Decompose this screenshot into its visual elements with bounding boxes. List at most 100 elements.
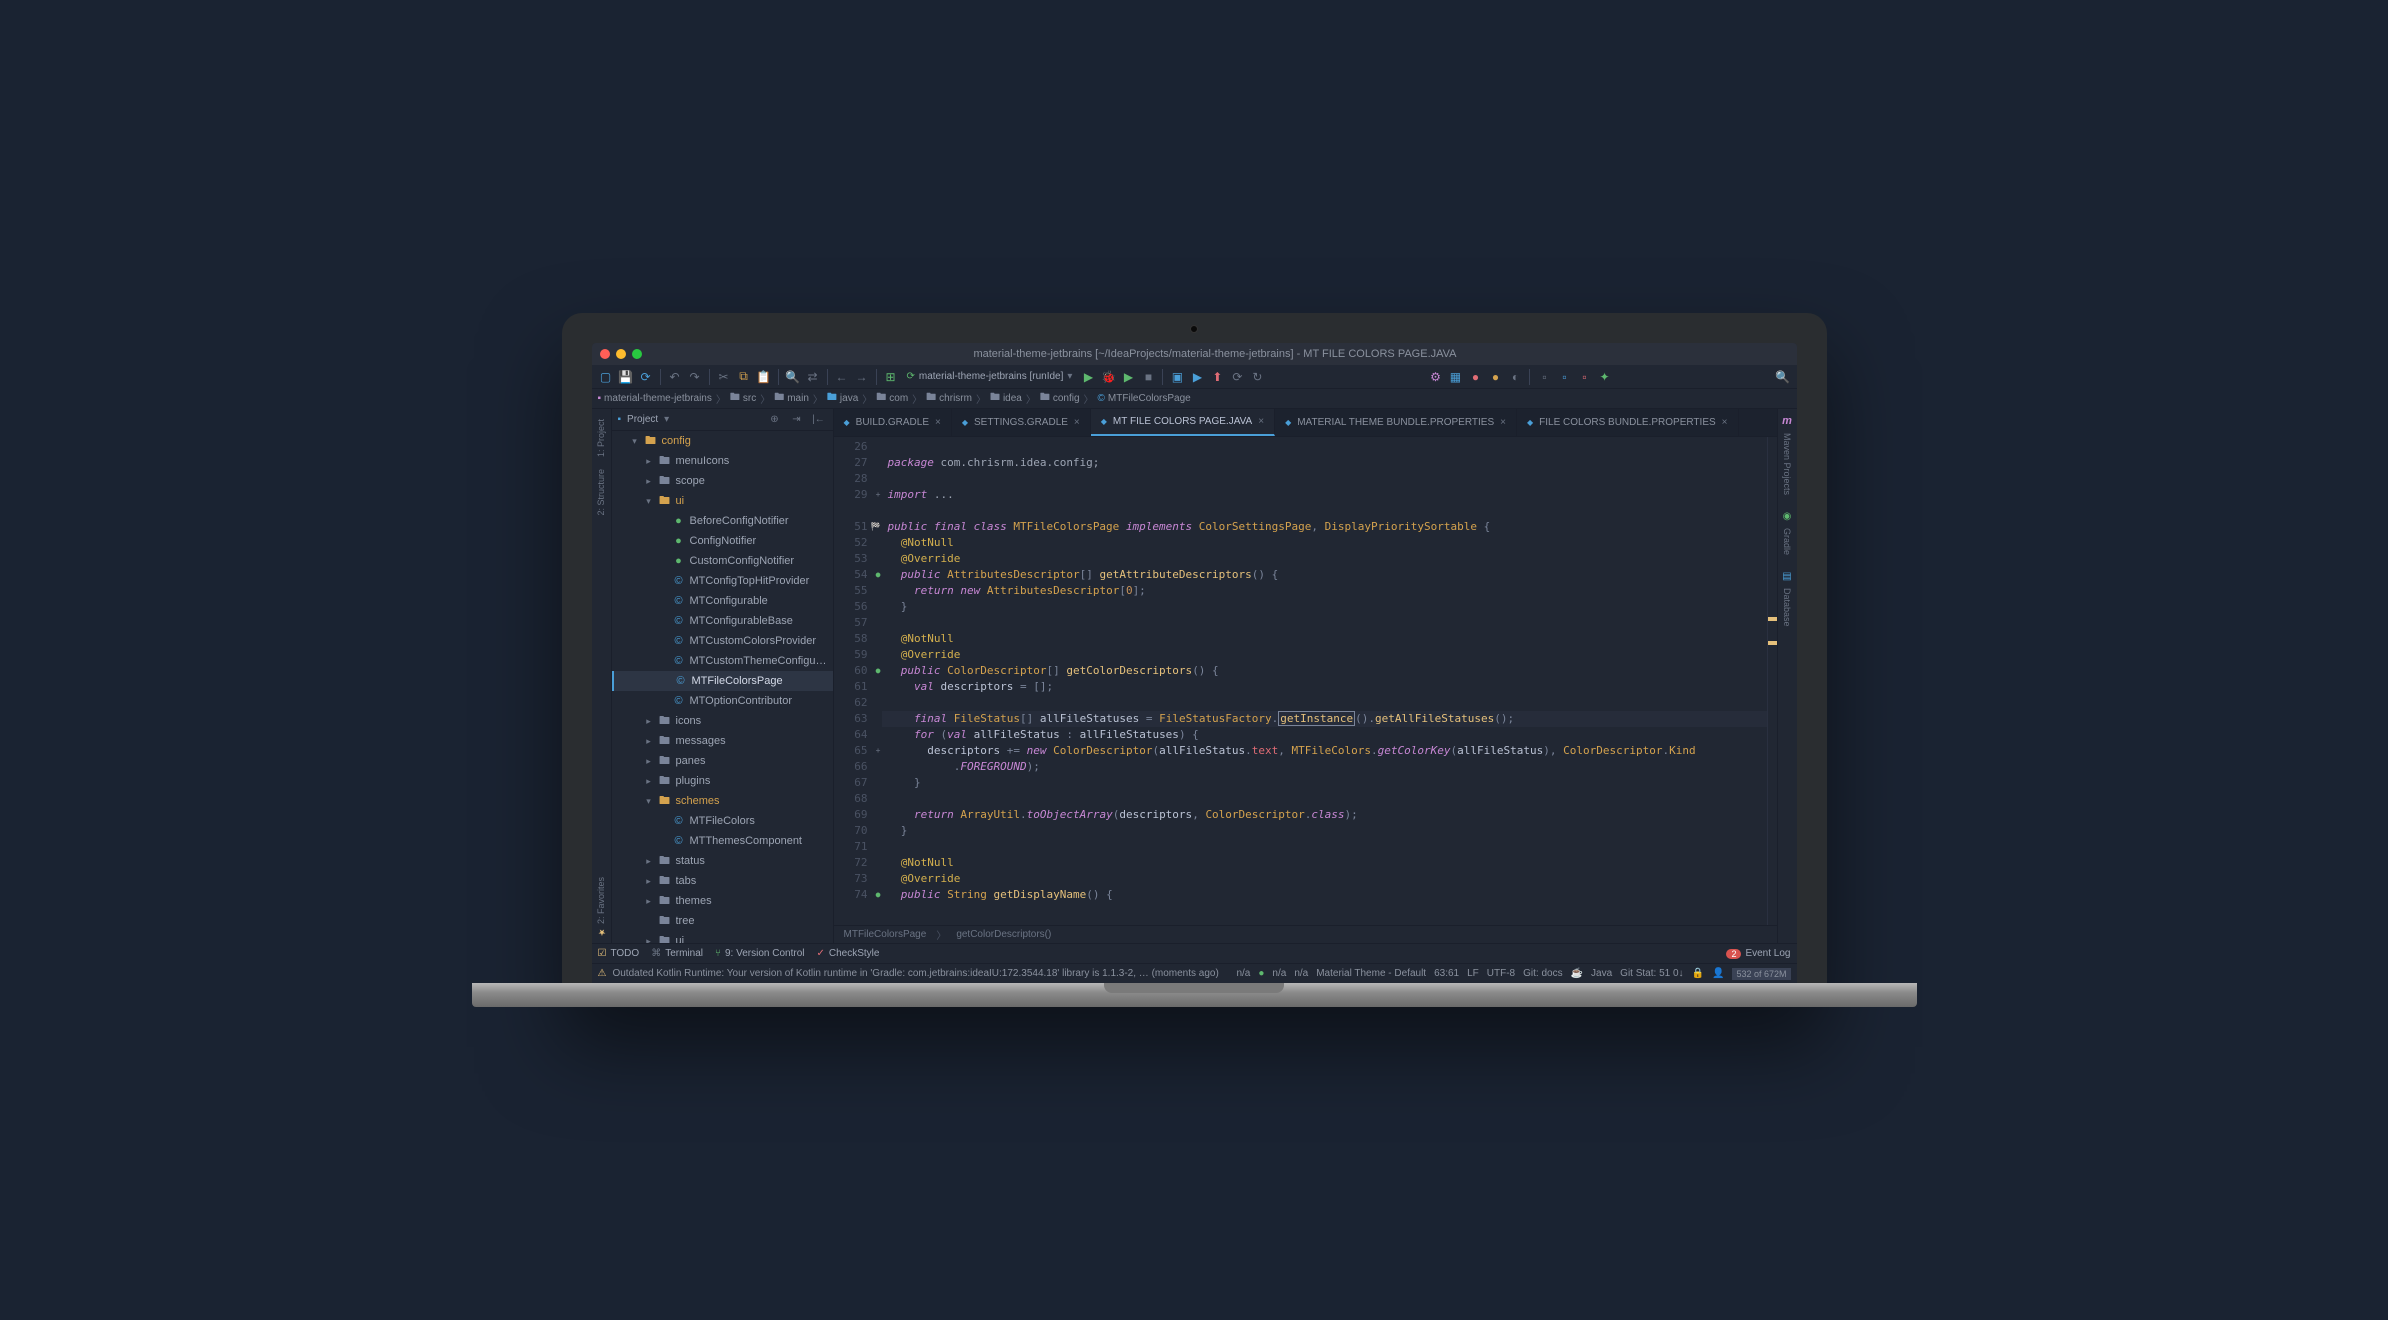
bc-item[interactable]: 🖿main bbox=[774, 390, 809, 407]
tree-item-mtfilecolors[interactable]: ©MTFileColors bbox=[612, 811, 833, 831]
close-icon[interactable]: × bbox=[1722, 417, 1728, 428]
hotswap-icon[interactable]: ⬆ bbox=[1209, 369, 1225, 385]
chevron-icon[interactable]: ▸ bbox=[644, 776, 654, 787]
tree-item-messages[interactable]: ▸🖿messages bbox=[612, 731, 833, 751]
coverage-icon[interactable]: ▶ bbox=[1120, 369, 1136, 385]
terminal-tab[interactable]: ⌘Terminal bbox=[651, 948, 703, 959]
chevron-icon[interactable]: ▸ bbox=[644, 736, 654, 747]
gear-icon[interactable]: |← bbox=[811, 412, 827, 428]
stop-icon[interactable]: ■ bbox=[1140, 369, 1156, 385]
tree-item-mtcustomcolorsprovider[interactable]: ©MTCustomColorsProvider bbox=[612, 631, 833, 651]
tree-item-mtconfigtophitprovider[interactable]: ©MTConfigTopHitProvider bbox=[612, 571, 833, 591]
gradle-tab[interactable]: Gradle bbox=[1780, 522, 1794, 561]
chevron-icon[interactable]: ▸ bbox=[644, 856, 654, 867]
memory-indicator[interactable]: 532 of 672M bbox=[1732, 968, 1790, 980]
bc-root[interactable]: ▪material-theme-jetbrains bbox=[598, 393, 712, 404]
forward-icon[interactable]: → bbox=[854, 369, 870, 385]
tree-item-mtconfigurablebase[interactable]: ©MTConfigurableBase bbox=[612, 611, 833, 631]
close-icon[interactable]: × bbox=[1500, 417, 1506, 428]
bc-item[interactable]: 🖿config bbox=[1040, 390, 1080, 407]
checkstyle-tab[interactable]: ✓CheckStyle bbox=[816, 948, 879, 959]
undo-icon[interactable]: ↶ bbox=[667, 369, 683, 385]
sync-icon[interactable]: ⟳ bbox=[638, 369, 654, 385]
chevron-icon[interactable]: ▸ bbox=[644, 936, 654, 944]
bc-file[interactable]: ©MTFileColorsPage bbox=[1098, 393, 1191, 404]
chevron-icon[interactable]: ▾ bbox=[644, 796, 654, 807]
tree-item-icons[interactable]: ▸🖿icons bbox=[612, 711, 833, 731]
project-tab[interactable]: 1: Project bbox=[594, 413, 608, 463]
minimize-window-button[interactable] bbox=[616, 349, 626, 359]
vcs-tab[interactable]: ⑂9: Version Control bbox=[715, 948, 805, 959]
history-icon[interactable]: ↻ bbox=[1249, 369, 1265, 385]
database-tab[interactable]: Database bbox=[1780, 582, 1794, 633]
chevron-icon[interactable]: ▸ bbox=[644, 476, 654, 487]
status-enc[interactable]: UTF-8 bbox=[1487, 968, 1515, 979]
search-everywhere-icon[interactable]: 🔍 bbox=[1775, 369, 1791, 385]
tree-item-mtthemescomponent[interactable]: ©MTThemesComponent bbox=[612, 831, 833, 851]
tree-item-themes[interactable]: ▸🖿themes bbox=[612, 891, 833, 911]
tree-item-mtfilecolorspage[interactable]: ©MTFileColorsPage bbox=[612, 671, 833, 691]
layout2-icon[interactable]: ▫ bbox=[1556, 369, 1572, 385]
grid-icon[interactable]: ⊞ bbox=[883, 369, 899, 385]
settings-icon[interactable]: ⚙ bbox=[1427, 369, 1443, 385]
copy-icon[interactable]: ⧉ bbox=[736, 369, 752, 385]
open-icon[interactable]: ▢ bbox=[598, 369, 614, 385]
structure-icon[interactable]: ▦ bbox=[1447, 369, 1463, 385]
tree-item-beforeconfignotifier[interactable]: ●BeforeConfigNotifier bbox=[612, 511, 833, 531]
maximize-window-button[interactable] bbox=[632, 349, 642, 359]
run-icon[interactable]: ▶ bbox=[1080, 369, 1096, 385]
todo-tab[interactable]: ☑TODO bbox=[598, 948, 640, 959]
maven-tab[interactable]: Maven Projects bbox=[1780, 427, 1794, 501]
status-pos[interactable]: 63:61 bbox=[1434, 968, 1459, 979]
locate-icon[interactable]: ⊕ bbox=[767, 412, 783, 428]
refresh-icon[interactable]: ⟳ bbox=[1229, 369, 1245, 385]
structure-tab[interactable]: 2: Structure bbox=[594, 463, 608, 522]
replace-icon[interactable]: ⇄ bbox=[805, 369, 821, 385]
tree-item-status[interactable]: ▸🖿status bbox=[612, 851, 833, 871]
event-log-tab[interactable]: 2 Event Log bbox=[1726, 948, 1790, 959]
bc-item[interactable]: 🖿java bbox=[827, 390, 858, 407]
run-config-selector[interactable]: ⟳ material-theme-jetbrains [runIde] ▾ bbox=[903, 371, 1077, 382]
status-gitstat[interactable]: Git Stat: 51 0↓ bbox=[1620, 968, 1683, 979]
tree-item-config[interactable]: ▾🖿config bbox=[612, 431, 833, 451]
close-icon[interactable]: × bbox=[1074, 417, 1080, 428]
paste-icon[interactable]: 📋 bbox=[756, 369, 772, 385]
close-icon[interactable]: × bbox=[935, 417, 941, 428]
chevron-icon[interactable]: ▸ bbox=[644, 716, 654, 727]
puzzle-icon[interactable]: ✦ bbox=[1596, 369, 1612, 385]
tree-item-scope[interactable]: ▸🖿scope bbox=[612, 471, 833, 491]
editor-tab[interactable]: ◆MT FILE COLORS PAGE.JAVA× bbox=[1091, 409, 1275, 436]
editor-tab[interactable]: ◆SETTINGS.GRADLE× bbox=[952, 409, 1091, 436]
favorites-tab[interactable]: ★ 2: Favorites bbox=[594, 871, 608, 943]
tree-item-tree[interactable]: 🖿tree bbox=[612, 911, 833, 931]
bc-item[interactable]: 🖿idea bbox=[990, 390, 1022, 407]
code-area[interactable]: package com.chrisrm.idea.config;import .… bbox=[882, 437, 1767, 925]
close-icon[interactable]: × bbox=[1258, 416, 1264, 427]
tree-item-panes[interactable]: ▸🖿panes bbox=[612, 751, 833, 771]
tree-item-ui[interactable]: ▸🖿ui bbox=[612, 931, 833, 943]
tree-item-tabs[interactable]: ▸🖿tabs bbox=[612, 871, 833, 891]
tree-item-ui[interactable]: ▾🖿ui bbox=[612, 491, 833, 511]
status-lang[interactable]: Java bbox=[1591, 968, 1612, 979]
save-icon[interactable]: 💾 bbox=[618, 369, 634, 385]
bc-item[interactable]: 🖿src bbox=[730, 390, 756, 407]
tree-item-confignotifier[interactable]: ●ConfigNotifier bbox=[612, 531, 833, 551]
layout3-icon[interactable]: ▫ bbox=[1576, 369, 1592, 385]
debug-icon[interactable]: 🐞 bbox=[1100, 369, 1116, 385]
chevron-icon[interactable]: ▾ bbox=[630, 436, 640, 447]
tree-item-customconfignotifier[interactable]: ●CustomConfigNotifier bbox=[612, 551, 833, 571]
editor-tab[interactable]: ◆MATERIAL THEME BUNDLE.PROPERTIES× bbox=[1275, 409, 1517, 436]
status-git[interactable]: Git: docs bbox=[1523, 968, 1562, 979]
tree-item-mtcustomthemeconfigurable[interactable]: ©MTCustomThemeConfigurable bbox=[612, 651, 833, 671]
tree-item-mtoptioncontributor[interactable]: ©MTOptionContributor bbox=[612, 691, 833, 711]
back-icon[interactable]: ← bbox=[834, 369, 850, 385]
status-theme[interactable]: Material Theme - Default bbox=[1316, 968, 1426, 979]
bc-item[interactable]: 🖿chrisrm bbox=[926, 390, 972, 407]
chevron-icon[interactable]: ▸ bbox=[644, 896, 654, 907]
chevron-icon[interactable]: ▾ bbox=[644, 496, 654, 507]
unknown-icon[interactable]: ● bbox=[1487, 369, 1503, 385]
layout1-icon[interactable]: ▫ bbox=[1536, 369, 1552, 385]
chevron-icon[interactable]: ▸ bbox=[644, 876, 654, 887]
tree-item-schemes[interactable]: ▾🖿schemes bbox=[612, 791, 833, 811]
close-window-button[interactable] bbox=[600, 349, 610, 359]
